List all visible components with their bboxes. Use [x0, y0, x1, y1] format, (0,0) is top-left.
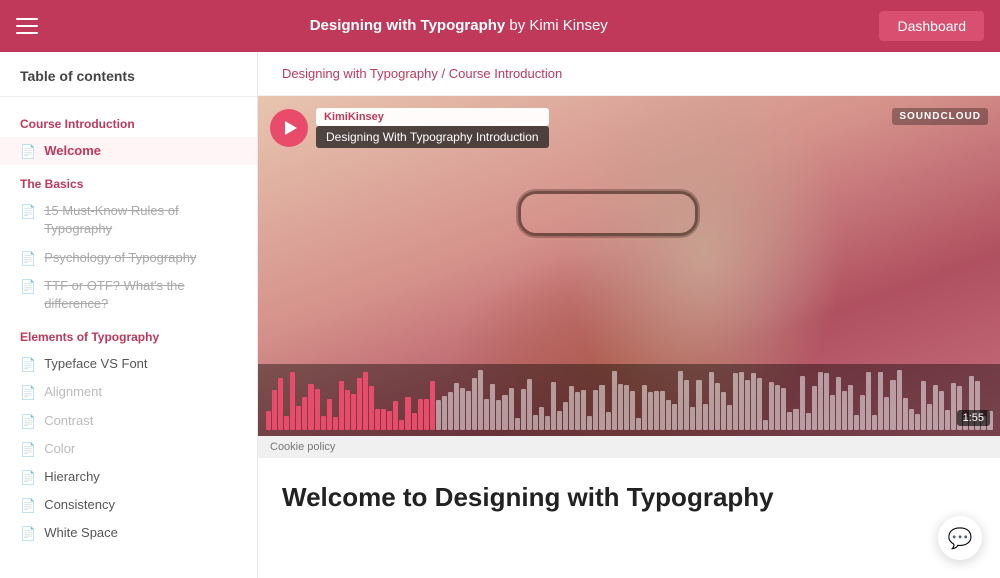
- sidebar-item-label: Consistency: [44, 496, 115, 514]
- top-navigation: Designing with Typography by Kimi Kinsey…: [0, 0, 1000, 52]
- sidebar-item-label: Contrast: [44, 412, 93, 430]
- sidebar-item-color[interactable]: 📄 Color: [0, 435, 257, 463]
- waveform[interactable]: [258, 364, 1000, 436]
- sidebar-item-whitespace[interactable]: 📄 White Space: [0, 519, 257, 547]
- doc-icon: 📄: [20, 251, 36, 267]
- cookie-bar: Cookie policy: [258, 436, 1000, 458]
- sidebar-item-label: TTF or OTF? What's the difference?: [44, 277, 237, 313]
- breadcrumb-part2: Course Introduction: [449, 66, 562, 81]
- sidebar-item-label: White Space: [44, 524, 118, 542]
- time-badge: 1:55: [957, 410, 990, 426]
- play-overlay: KimiKinsey Designing With Typography Int…: [270, 108, 549, 148]
- welcome-section: Welcome to Designing with Typography: [258, 458, 1000, 537]
- section-label-course-intro: Course Introduction: [0, 105, 257, 137]
- doc-icon: 📄: [20, 470, 36, 486]
- content-area: Designing with Typography / Course Intro…: [258, 52, 1000, 578]
- breadcrumb-separator: /: [441, 66, 448, 81]
- sidebar-item-label: Psychology of Typography: [44, 249, 196, 267]
- video-thumbnail[interactable]: KimiKinsey Designing With Typography Int…: [258, 96, 1000, 436]
- sidebar-item-typeface[interactable]: 📄 Typeface VS Font: [0, 350, 257, 378]
- sidebar-item-welcome[interactable]: 📄 Welcome: [0, 137, 257, 165]
- section-label-basics: The Basics: [0, 165, 257, 197]
- video-container: KimiKinsey Designing With Typography Int…: [258, 96, 1000, 458]
- sidebar-title: Table of contents: [0, 68, 257, 97]
- soundcloud-logo: SOUNDCLOUD: [892, 108, 988, 125]
- nav-title: Designing with Typography by Kimi Kinsey: [310, 17, 608, 35]
- doc-icon: 📄: [20, 498, 36, 514]
- sidebar-item-hierarchy[interactable]: 📄 Hierarchy: [0, 463, 257, 491]
- nav-author: by Kimi Kinsey: [509, 17, 607, 34]
- user-tag-track-wrapper: KimiKinsey Designing With Typography Int…: [316, 108, 549, 148]
- sidebar-section-elements: Elements of Typography 📄 Typeface VS Fon…: [0, 318, 257, 547]
- sidebar-item-label: Typeface VS Font: [44, 355, 147, 373]
- sidebar: Table of contents Course Introduction 📄 …: [0, 52, 258, 578]
- sidebar-item-label: 15 Must-Know Rules of Typography: [44, 202, 237, 238]
- sidebar-item-psychology[interactable]: 📄 Psychology of Typography: [0, 244, 257, 272]
- sidebar-item-15rules[interactable]: 📄 15 Must-Know Rules of Typography: [0, 197, 257, 243]
- welcome-heading: Welcome to Designing with Typography: [282, 482, 976, 513]
- doc-icon: 📄: [20, 442, 36, 458]
- sidebar-item-label: Welcome: [44, 142, 101, 160]
- sidebar-item-consistency[interactable]: 📄 Consistency: [0, 491, 257, 519]
- doc-icon: 📄: [20, 279, 36, 295]
- doc-icon: 📄: [20, 414, 36, 430]
- doc-icon: 📄: [20, 385, 36, 401]
- chat-bubble[interactable]: 💬: [938, 516, 982, 560]
- track-title: Designing With Typography Introduction: [316, 126, 549, 148]
- sidebar-item-label: Alignment: [44, 383, 102, 401]
- sidebar-item-label: Color: [44, 440, 75, 458]
- nav-course-title: Designing with Typography: [310, 17, 506, 34]
- section-label-elements: Elements of Typography: [0, 318, 257, 350]
- sidebar-item-contrast[interactable]: 📄 Contrast: [0, 407, 257, 435]
- doc-icon: 📄: [20, 526, 36, 542]
- sidebar-item-alignment[interactable]: 📄 Alignment: [0, 378, 257, 406]
- breadcrumb-part1: Designing with Typography: [282, 66, 438, 81]
- sidebar-item-label: Hierarchy: [44, 468, 100, 486]
- doc-icon: 📄: [20, 357, 36, 373]
- doc-icon: 📄: [20, 204, 36, 220]
- dashboard-button[interactable]: Dashboard: [879, 11, 984, 41]
- breadcrumb: Designing with Typography / Course Intro…: [258, 52, 1000, 96]
- doc-icon: 📄: [20, 144, 36, 160]
- soundcloud-badge: SOUNDCLOUD: [892, 108, 988, 125]
- cookie-policy-text[interactable]: Cookie policy: [270, 441, 335, 453]
- sidebar-item-ttf[interactable]: 📄 TTF or OTF? What's the difference?: [0, 272, 257, 318]
- hamburger-menu[interactable]: [16, 18, 38, 34]
- play-button[interactable]: [270, 109, 308, 147]
- sidebar-section-course-intro: Course Introduction 📄 Welcome: [0, 105, 257, 165]
- chat-icon: 💬: [948, 526, 973, 551]
- user-tag: KimiKinsey: [316, 108, 549, 126]
- sidebar-section-basics: The Basics 📄 15 Must-Know Rules of Typog…: [0, 165, 257, 318]
